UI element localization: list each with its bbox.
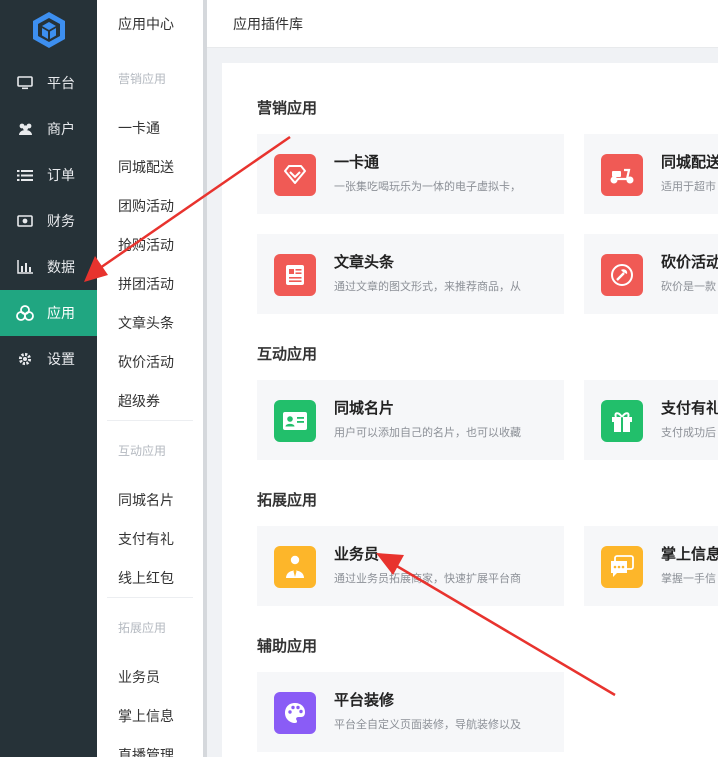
submenu-item[interactable]: 抢购活动 [97, 225, 203, 264]
app-card[interactable]: 文章头条 通过文章的图文形式，来推荐商品，从 [257, 234, 564, 314]
monitor-icon [16, 74, 34, 92]
logo [0, 0, 97, 60]
app-card[interactable]: 平台装修 平台全自定义页面装修，导航装修以及 [257, 672, 564, 752]
nav-label: 平台 [47, 76, 75, 92]
submenu-item[interactable]: 一卡通 [97, 108, 203, 147]
submenu-item[interactable]: 团购活动 [97, 186, 203, 225]
submenu-title: 应用中心 [118, 17, 174, 33]
app-card[interactable]: 同城名片 用户可以添加自己的名片，也可以收藏 [257, 380, 564, 460]
submenu-item[interactable]: 文章头条 [97, 303, 203, 342]
main-nav: 平台 商户 订单 财务 数据 应用 设置 [0, 0, 97, 757]
bar-chart-icon [16, 258, 34, 276]
app-center-menu: 应用中心 营销应用 一卡通 同城配送 团购活动 抢购活动 拼团活动 文章头条 砍… [97, 0, 203, 757]
app-card-name: 一卡通 [334, 153, 380, 171]
axe-icon [601, 254, 643, 296]
app-card-name: 同城名片 [334, 399, 395, 417]
gift-icon [601, 400, 643, 442]
submenu-item[interactable]: 掌上信息 [97, 696, 203, 735]
apps-icon [16, 304, 34, 322]
app-card-desc: 通过文章的图文形式，来推荐商品，从 [334, 280, 521, 293]
submenu-item[interactable]: 同城名片 [97, 480, 203, 519]
app-card-desc: 一张集吃喝玩乐为一体的电子虚拟卡， [334, 180, 521, 193]
app-card[interactable]: 砍价活动 砍价是一款 [584, 234, 718, 314]
nav-label: 订单 [47, 168, 75, 184]
app-card-desc: 掌握一手信 [661, 572, 716, 585]
section-title: 拓展应用 [257, 491, 318, 509]
page-header: 应用插件库 [207, 0, 718, 48]
submenu-item[interactable]: 线上红包 [97, 558, 203, 597]
section-title: 营销应用 [257, 99, 318, 117]
cube-logo-icon [32, 12, 65, 48]
users-icon [16, 120, 34, 138]
app-card-desc: 适用于超市 [661, 180, 716, 193]
app-card-name: 业务员 [334, 545, 380, 563]
menu-divider [203, 0, 207, 757]
nav-item-merchant[interactable]: 商户 [0, 106, 97, 152]
section-title: 互动应用 [257, 345, 318, 363]
page-title: 应用插件库 [233, 16, 303, 33]
nav-item-orders[interactable]: 订单 [0, 152, 97, 198]
app-card-desc: 砍价是一款 [661, 280, 716, 293]
app-card-name: 掌上信息 [661, 545, 718, 563]
nav-item-settings[interactable]: 设置 [0, 336, 97, 382]
app-card-desc: 平台全自定义页面装修，导航装修以及 [334, 718, 521, 731]
app-card-desc: 通过业务员拓展商家，快速扩展平台商 [334, 572, 521, 585]
nav-label: 财务 [47, 214, 75, 230]
app-card[interactable]: 业务员 通过业务员拓展商家，快速扩展平台商 [257, 526, 564, 606]
nav-item-data[interactable]: 数据 [0, 244, 97, 290]
gear-icon [16, 350, 34, 368]
nav-item-finance[interactable]: 财务 [0, 198, 97, 244]
section-title: 辅助应用 [257, 637, 318, 655]
submenu-item[interactable]: 砍价活动 [97, 342, 203, 381]
nav-label: 数据 [47, 260, 75, 276]
nav-label: 设置 [47, 352, 75, 368]
submenu-item[interactable]: 拼团活动 [97, 264, 203, 303]
submenu-item[interactable]: 同城配送 [97, 147, 203, 186]
article-icon [274, 254, 316, 296]
submenu-item[interactable]: 超级券 [97, 381, 203, 420]
plugin-library: 营销应用 一卡通 一张集吃喝玩乐为一体的电子虚拟卡， 同城配送 适用于超市 文章… [222, 63, 718, 757]
submenu-item[interactable]: 业务员 [97, 657, 203, 696]
app-card-name: 同城配送 [661, 153, 718, 171]
submenu-item[interactable]: 支付有礼 [97, 519, 203, 558]
app-card-name: 平台装修 [334, 691, 395, 709]
submenu-group-title: 营销应用 [118, 71, 167, 86]
nav-item-apps[interactable]: 应用 [0, 290, 97, 336]
submenu-item[interactable]: 直播管理 [97, 735, 203, 757]
app-card-name: 砍价活动 [661, 253, 718, 271]
app-card-name: 文章头条 [334, 253, 395, 271]
money-icon [16, 212, 34, 230]
app-card-desc: 支付成功后 [661, 426, 716, 439]
nav-item-platform[interactable]: 平台 [0, 60, 97, 106]
chat-icon [601, 546, 643, 588]
list-icon [16, 166, 34, 184]
app-card[interactable]: 掌上信息 掌握一手信 [584, 526, 718, 606]
id-card-icon [274, 400, 316, 442]
app-card-desc: 用户可以添加自己的名片，也可以收藏 [334, 426, 521, 439]
submenu-group-title: 拓展应用 [107, 597, 193, 657]
diamond-icon [274, 154, 316, 196]
scooter-icon [601, 154, 643, 196]
app-card-name: 支付有礼 [661, 399, 718, 417]
palette-icon [274, 692, 316, 734]
submenu-group-title: 互动应用 [107, 420, 193, 480]
app-card[interactable]: 一卡通 一张集吃喝玩乐为一体的电子虚拟卡， [257, 134, 564, 214]
salesman-icon [274, 546, 316, 588]
app-card[interactable]: 支付有礼 支付成功后 [584, 380, 718, 460]
nav-label: 应用 [47, 306, 75, 322]
app-card[interactable]: 同城配送 适用于超市 [584, 134, 718, 214]
nav-label: 商户 [47, 122, 75, 138]
